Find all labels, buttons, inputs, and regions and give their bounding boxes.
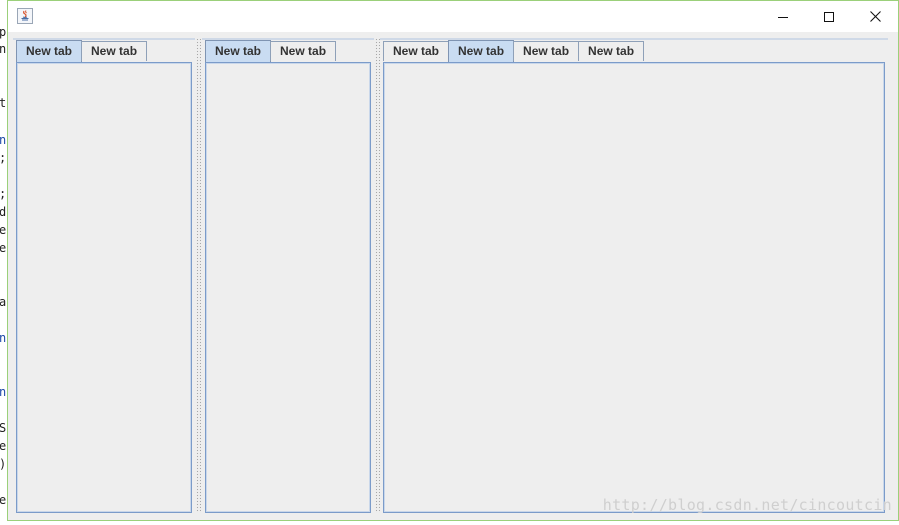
maximize-button[interactable] xyxy=(806,1,852,32)
tab-content-panel xyxy=(205,62,371,513)
editor-fragment: t xyxy=(0,96,7,110)
editor-fragment: a xyxy=(0,295,7,309)
editor-fragment: e xyxy=(0,439,7,453)
tab-strip: New tab New tab xyxy=(205,40,337,62)
java-icon[interactable] xyxy=(17,8,33,24)
close-icon xyxy=(869,11,881,22)
maximize-icon xyxy=(824,11,834,22)
minimize-icon xyxy=(778,16,788,18)
minimize-button[interactable] xyxy=(760,1,806,32)
tab-new-tab-4[interactable]: New tab xyxy=(578,41,645,61)
tabbed-pane-right: New tab New tab New tab New tab xyxy=(380,38,888,513)
editor-fragment: n xyxy=(0,42,7,56)
tab-content-panel xyxy=(16,62,192,513)
editor-fragment: n xyxy=(0,133,7,147)
editor-fragment: n xyxy=(0,331,7,345)
tab-new-tab-1[interactable]: New tab xyxy=(383,41,450,61)
editor-fragment: ; xyxy=(0,187,6,201)
app-window: New tab New tab New tab New tab New tab … xyxy=(7,0,899,521)
tab-new-tab-2[interactable]: New tab xyxy=(270,41,337,61)
watermark: http://blog.csdn.net/cincoutcin xyxy=(602,496,892,514)
editor-fragment: e xyxy=(0,223,7,237)
close-button[interactable] xyxy=(852,1,898,32)
tabbed-pane-middle: New tab New tab xyxy=(202,38,374,513)
editor-fragment: ) xyxy=(0,457,6,471)
tab-new-tab-2[interactable]: New tab xyxy=(81,41,148,61)
tab-new-tab-1[interactable]: New tab xyxy=(16,40,83,62)
tabbed-pane-left: New tab New tab xyxy=(13,38,195,513)
editor-fragment: d xyxy=(0,205,7,219)
editor-fragment: e xyxy=(0,493,7,507)
editor-fragment: ; xyxy=(0,151,6,165)
tab-new-tab-2[interactable]: New tab xyxy=(448,40,515,62)
tab-strip: New tab New tab xyxy=(16,40,148,62)
title-bar[interactable] xyxy=(8,1,898,32)
tab-new-tab-3[interactable]: New tab xyxy=(513,41,580,61)
editor-fragment: n xyxy=(0,385,7,399)
client-area: New tab New tab New tab New tab New tab … xyxy=(8,32,898,520)
split-divider-1[interactable] xyxy=(196,38,201,513)
tab-new-tab-1[interactable]: New tab xyxy=(205,40,272,62)
tab-content-panel xyxy=(383,62,885,513)
editor-fragment: e xyxy=(0,241,7,255)
tab-strip: New tab New tab New tab New tab xyxy=(383,40,645,62)
editor-fragment: p xyxy=(0,25,7,39)
editor-fragment: S xyxy=(0,421,7,435)
